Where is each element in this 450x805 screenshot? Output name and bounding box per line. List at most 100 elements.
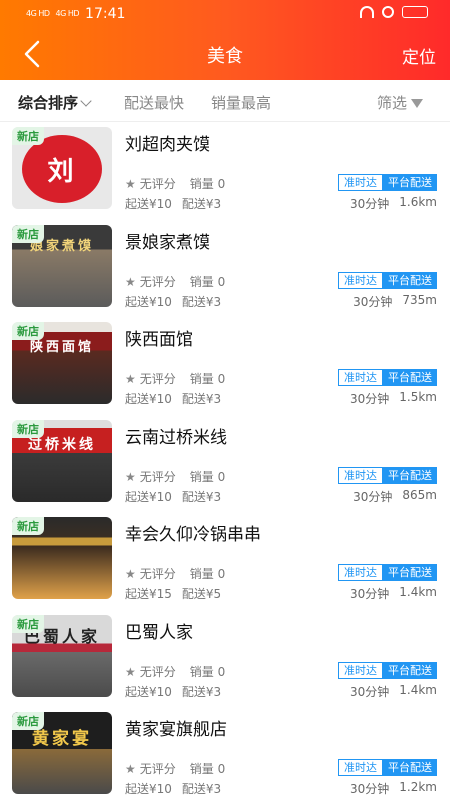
shop-name: 景娘家煮馍 — [125, 232, 210, 253]
sort-best-selling[interactable]: 销量最高 — [211, 92, 271, 113]
shop-item[interactable]: 黄家宴 新店 黄家宴旗舰店 ★ 无评分 销量 0 起送¥10 配送¥3 准时达 平台配送… — [0, 707, 450, 805]
on-time-badge: 准时达 — [338, 174, 383, 191]
sales: 销量 0 — [189, 567, 226, 581]
delivery-time: 30分钟 — [349, 684, 390, 699]
shop-sign: 刘 — [47, 157, 77, 187]
rating: 无评分 — [139, 274, 176, 289]
new-tag: 新店 — [12, 712, 44, 730]
on-time-badge: 准时达 — [338, 661, 383, 679]
min-order: 起送¥10 — [125, 294, 172, 309]
rating: 无评分 — [139, 372, 176, 386]
shop-name: 黄家宴旗舰店 — [125, 720, 227, 740]
filter-bar: 综合排序 配送最快 销量最高 筛选 — [0, 80, 450, 122]
nav-bar: 美食 定位 — [0, 30, 450, 78]
delivery-time: 30分钟 — [349, 197, 390, 211]
filter-button[interactable]: 筛选 — [377, 92, 424, 113]
shop-name: 刘超肉夹馍 — [125, 135, 210, 155]
rating: 无评分 — [139, 567, 176, 581]
star-icon: ★ — [125, 664, 136, 679]
filter-label: 筛选 — [377, 94, 408, 112]
min-order: 起送¥10 — [125, 782, 172, 796]
shop-image: 过桥米线 新店 — [12, 419, 112, 502]
shop-item[interactable]: 陕西面馆 新店 陕西面馆 ★ 无评分 销量 0 起送¥10 配送¥3 准时达 平台配送 … — [0, 317, 450, 415]
delivery-fee: 配送¥3 — [181, 294, 222, 309]
platform-badge: 平台配送 — [383, 271, 437, 289]
star-icon: ★ — [125, 177, 136, 191]
rating: 无评分 — [139, 469, 176, 484]
shop-name: 云南过桥米线 — [125, 427, 227, 448]
wifi-icon — [360, 6, 374, 18]
min-order: 起送¥10 — [125, 489, 172, 504]
status-bar: 4G HD 4G HD 17:41 — [0, 0, 450, 28]
locate-button[interactable]: 定位 — [402, 43, 436, 68]
distance: 1.2km — [399, 780, 437, 794]
sales: 销量 0 — [189, 177, 226, 191]
rating: 无评分 — [139, 177, 176, 191]
on-time-badge: 准时达 — [338, 564, 383, 581]
min-order: 起送¥10 — [125, 684, 172, 699]
shop-list: 刘 新店 刘超肉夹馍 ★ 无评分 销量 0 起送¥10 配送¥3 准时达 平台配送 30… — [0, 122, 450, 805]
sales: 销量 0 — [189, 372, 226, 386]
distance: 1.4km — [399, 682, 437, 697]
shop-item[interactable]: 娘家煮馍 新店 景娘家煮馍 ★ 无评分 销量 0 起送¥10 配送¥3 准时达 平台配送… — [0, 220, 450, 318]
new-tag: 新店 — [12, 614, 44, 633]
new-tag: 新店 — [12, 419, 44, 438]
on-time-badge: 准时达 — [338, 466, 383, 484]
platform-badge: 平台配送 — [383, 174, 437, 191]
alarm-icon — [382, 6, 394, 18]
sales: 销量 0 — [189, 274, 226, 289]
shop-item[interactable]: 刘 新店 刘超肉夹馍 ★ 无评分 销量 0 起送¥10 配送¥3 准时达 平台配送 30… — [0, 122, 450, 220]
delivery-fee: 配送¥5 — [181, 587, 222, 601]
platform-badge: 平台配送 — [383, 466, 437, 484]
chevron-down-icon — [80, 95, 92, 107]
star-icon: ★ — [125, 469, 136, 484]
star-icon: ★ — [125, 567, 136, 581]
sales: 销量 0 — [189, 664, 226, 679]
delivery-fee: 配送¥3 — [181, 489, 222, 504]
distance: 865m — [402, 487, 437, 502]
distance: 735m — [402, 292, 437, 307]
shop-name: 幸会久仰冷锅串串 — [125, 525, 261, 545]
platform-badge: 平台配送 — [383, 759, 437, 776]
shop-name: 陕西面馆 — [125, 330, 193, 350]
shop-image: 娘家煮馍 新店 — [12, 224, 112, 307]
sales: 销量 0 — [189, 469, 226, 484]
rating: 无评分 — [139, 762, 176, 776]
shop-name: 巴蜀人家 — [125, 622, 193, 643]
shop-image: 刘 新店 — [12, 127, 112, 209]
star-icon: ★ — [125, 372, 136, 386]
shop-item[interactable]: 新店 幸会久仰冷锅串串 ★ 无评分 销量 0 起送¥15 配送¥5 准时达 平台配送 3… — [0, 512, 450, 610]
min-order: 起送¥15 — [125, 587, 172, 601]
platform-badge: 平台配送 — [383, 661, 437, 679]
delivery-time: 30分钟 — [349, 587, 390, 601]
rating: 无评分 — [139, 664, 176, 679]
distance: 1.5km — [399, 390, 437, 404]
delivery-time: 30分钟 — [349, 392, 390, 406]
sales: 销量 0 — [189, 762, 226, 776]
signal-1: 4G HD — [26, 9, 50, 18]
header: 4G HD 4G HD 17:41 美食 定位 — [0, 0, 450, 80]
star-icon: ★ — [125, 274, 136, 289]
distance: 1.6km — [399, 195, 437, 209]
clock: 17:41 — [85, 6, 126, 22]
new-tag: 新店 — [12, 224, 44, 243]
shop-image: 新店 — [12, 517, 112, 599]
shop-item[interactable]: 过桥米线 新店 云南过桥米线 ★ 无评分 销量 0 起送¥10 配送¥3 准时达 平台配… — [0, 415, 450, 513]
sort-fastest[interactable]: 配送最快 — [124, 92, 184, 113]
delivery-fee: 配送¥3 — [181, 197, 222, 211]
shop-image: 陕西面馆 新店 — [12, 322, 112, 404]
delivery-fee: 配送¥3 — [181, 392, 222, 406]
delivery-time: 30分钟 — [353, 489, 393, 504]
new-tag: 新店 — [12, 127, 44, 145]
shop-image: 黄家宴 新店 — [12, 712, 112, 794]
sort-comprehensive[interactable]: 综合排序 — [18, 92, 92, 113]
new-tag: 新店 — [12, 322, 44, 340]
delivery-fee: 配送¥3 — [181, 684, 222, 699]
platform-badge: 平台配送 — [383, 369, 437, 386]
platform-badge: 平台配送 — [383, 564, 437, 581]
signal-2: 4G HD — [55, 9, 80, 18]
on-time-badge: 准时达 — [338, 759, 383, 776]
shop-item[interactable]: 巴蜀人家 新店 巴蜀人家 ★ 无评分 销量 0 起送¥10 配送¥3 准时达 平台配送 … — [0, 610, 450, 708]
page-title: 美食 — [207, 46, 243, 67]
shop-image: 巴蜀人家 新店 — [12, 614, 112, 697]
